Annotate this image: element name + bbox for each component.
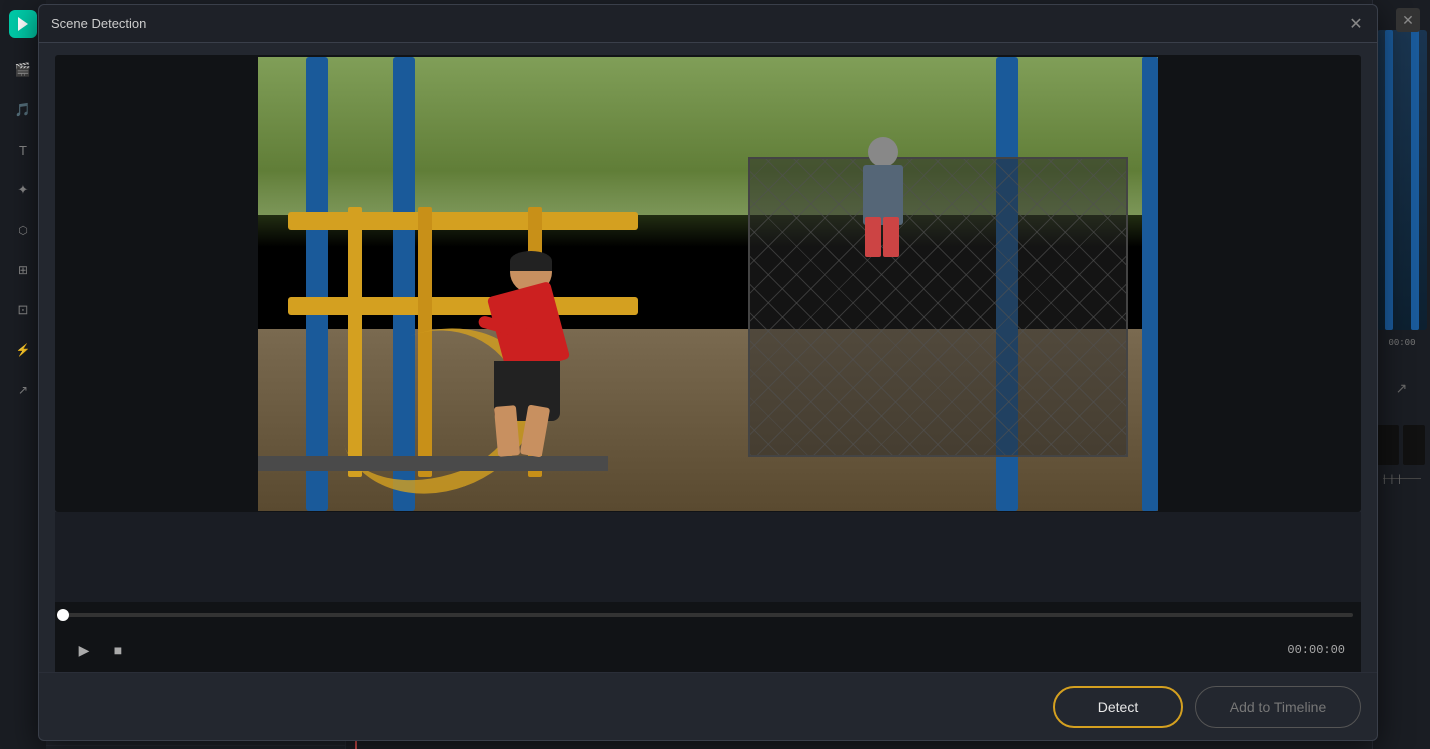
pole-blue-far-right (1142, 57, 1158, 511)
sidebar-item-filters[interactable]: ⊞ (4, 252, 42, 288)
share-icon: ↗ (18, 383, 28, 397)
person-leg-l (865, 217, 881, 257)
dialog-titlebar: Scene Detection ✕ (39, 5, 1377, 43)
timecode-display: 00:00:00 (1287, 643, 1353, 657)
transitions-icon: ⬡ (18, 224, 28, 237)
text-icon: T (19, 143, 27, 158)
progress-thumb[interactable] (57, 609, 69, 621)
platform-deck (258, 456, 608, 471)
sidebar-item-audio[interactable]: 🎵 (4, 92, 42, 128)
add-to-timeline-button[interactable]: Add to Timeline (1195, 686, 1361, 728)
video-frame (258, 57, 1158, 511)
effects-icon: ✦ (18, 182, 29, 198)
scene-detection-dialog: Scene Detection ✕ (38, 4, 1378, 741)
app-close-button[interactable]: ✕ (1396, 8, 1420, 32)
child-leg-left (494, 405, 520, 457)
dialog-title: Scene Detection (51, 16, 146, 31)
video-preview-container (55, 55, 1361, 512)
right-timestamp: 00:00 (1373, 338, 1430, 348)
child-hair (510, 251, 552, 271)
sidebar-item-share[interactable]: ↗ (4, 372, 42, 408)
child-figure (478, 246, 588, 456)
filters-icon: ⊞ (18, 263, 28, 277)
sidebar-item-text[interactable]: T (4, 132, 42, 168)
sidebar-item-crop[interactable]: ⊡ (4, 292, 42, 328)
media-icon: 🎬 (15, 62, 31, 78)
yellow-bar-h1 (288, 212, 638, 230)
sidebar-item-speed[interactable]: ⚡ (4, 332, 42, 368)
playback-controls: ▶ ■ (63, 637, 139, 663)
person-head (868, 137, 898, 167)
progress-bar[interactable] (63, 613, 1353, 617)
playback-controls-bar: ▶ ■ 00:00:00 (55, 628, 1361, 672)
sidebar-item-transitions[interactable]: ⬡ (4, 212, 42, 248)
right-box-2 (1403, 425, 1425, 465)
right-preview-pole2 (1411, 30, 1419, 330)
fence-area (748, 157, 1128, 457)
sidebar-item-effects[interactable]: ✦ (4, 172, 42, 208)
dialog-close-button[interactable]: ✕ (1345, 13, 1367, 35)
crop-icon: ⊡ (18, 302, 29, 318)
pole-blue-left (306, 57, 328, 511)
play-button[interactable]: ▶ (71, 637, 97, 663)
right-panel: 00:00 ↗ | | | (1372, 0, 1430, 749)
sidebar-item-media[interactable]: 🎬 (4, 52, 42, 88)
dialog-body: ▶ ■ 00:00:00 (39, 43, 1377, 672)
person-leg-r (883, 217, 899, 257)
dialog-footer: Detect Add to Timeline (39, 672, 1377, 740)
app-logo (9, 10, 37, 38)
detect-button[interactable]: Detect (1053, 686, 1183, 728)
stop-button[interactable]: ■ (105, 637, 131, 663)
right-dividers: | | | (1383, 478, 1421, 480)
right-box-1 (1377, 425, 1399, 465)
person-upper (853, 137, 908, 257)
scale-icon[interactable]: ↗ (1396, 380, 1408, 397)
right-preview-panel (1377, 30, 1427, 330)
audio-icon: 🎵 (15, 102, 31, 118)
progress-row (55, 602, 1361, 628)
video-scene (258, 57, 1158, 511)
person-body (863, 165, 903, 225)
scenes-strip (55, 512, 1361, 602)
fence-grid (750, 159, 1126, 455)
right-preview-pole1 (1385, 30, 1393, 330)
speed-icon: ⚡ (16, 343, 31, 357)
